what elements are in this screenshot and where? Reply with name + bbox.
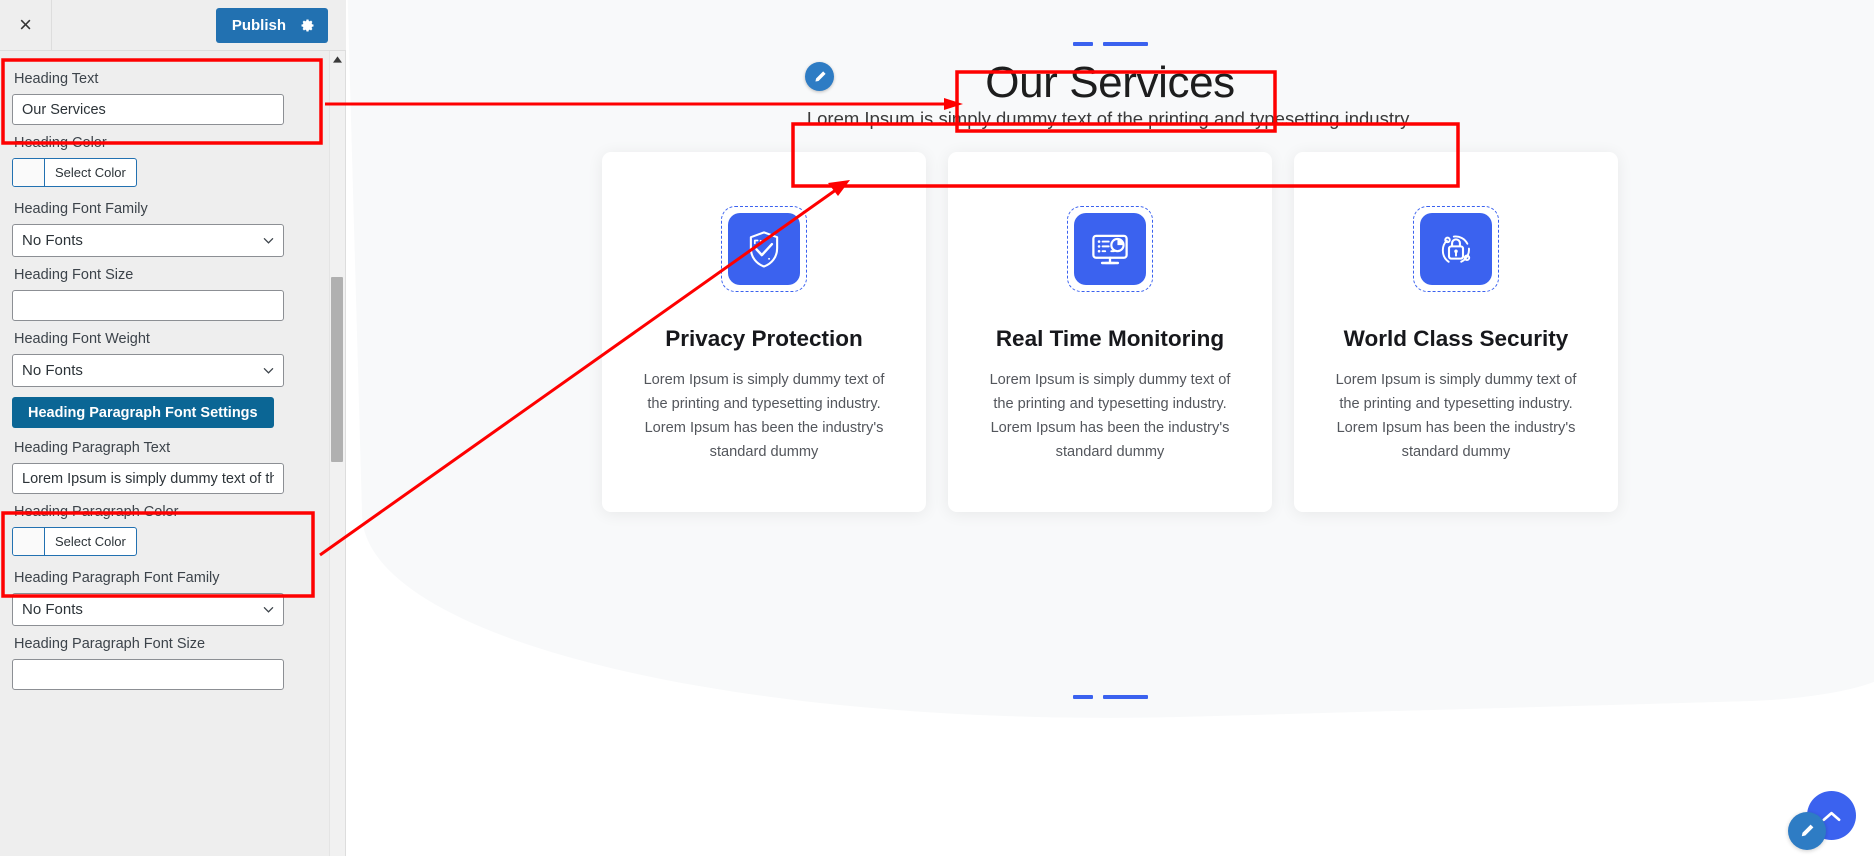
- heading-font-family-value[interactable]: No Fonts: [12, 224, 284, 257]
- card-text[interactable]: Lorem Ipsum is simply dummy text of the …: [632, 368, 896, 464]
- publish-button-label: Publish: [231, 17, 286, 34]
- customizer-sidebar: × Publish Heading Text Heading Color: [0, 0, 346, 856]
- floating-edit-button[interactable]: [1788, 812, 1826, 850]
- heading-color-picker[interactable]: Select Color: [12, 158, 137, 187]
- shield-check-icon[interactable]: [728, 213, 800, 285]
- card[interactable]: Real Time Monitoring Lorem Ipsum is simp…: [948, 152, 1272, 512]
- card-title[interactable]: Privacy Protection: [665, 326, 863, 352]
- heading-font-size-input[interactable]: [12, 290, 284, 321]
- field-heading-color: Heading Color Select Color: [12, 135, 322, 191]
- field-heading-paragraph-font-family: Heading Paragraph Font Family No Fonts: [12, 570, 322, 626]
- icon-placeholder-outline[interactable]: [721, 206, 807, 292]
- settings-panel: Heading Text Heading Color Select Color …: [0, 51, 346, 690]
- heading-paragraph-font-settings-button[interactable]: Heading Paragraph Font Settings: [12, 397, 274, 428]
- label-heading-font-family: Heading Font Family: [14, 201, 148, 217]
- service-cards: Privacy Protection Lorem Ipsum is simply…: [346, 152, 1874, 512]
- gear-icon: [301, 19, 314, 32]
- chevron-up-icon: [1822, 811, 1841, 821]
- field-heading-paragraph-color: Heading Paragraph Color Select Color: [12, 504, 322, 560]
- label-heading-font-weight: Heading Font Weight: [14, 331, 150, 347]
- heading-paragraph-text-input[interactable]: [12, 463, 284, 494]
- sidebar-scroll-area[interactable]: Heading Text Heading Color Select Color …: [0, 51, 346, 856]
- monitor-chart-glyph: [1092, 234, 1128, 265]
- scroll-up-arrow-icon[interactable]: [329, 51, 345, 68]
- heading-paragraph-color-select-label: Select Color: [55, 534, 126, 549]
- heading-font-family-select[interactable]: No Fonts: [12, 224, 284, 257]
- field-heading-text: Heading Text: [12, 71, 322, 125]
- section-paragraph[interactable]: Lorem Ipsum is simply dummy text of the …: [346, 108, 1874, 130]
- card-text[interactable]: Lorem Ipsum is simply dummy text of the …: [1324, 368, 1588, 464]
- heading-color-swatch[interactable]: [13, 159, 45, 186]
- card-text[interactable]: Lorem Ipsum is simply dummy text of the …: [978, 368, 1242, 464]
- heading-paragraph-font-family-select[interactable]: No Fonts: [12, 593, 284, 626]
- site-preview: Our Services Lorem Ipsum is simply dummy…: [346, 0, 1874, 856]
- card[interactable]: Privacy Protection Lorem Ipsum is simply…: [602, 152, 926, 512]
- label-heading-color: Heading Color: [14, 135, 107, 151]
- pencil-edit-icon: [1801, 824, 1814, 837]
- dash-long: [1102, 695, 1148, 699]
- field-heading-font-family: Heading Font Family No Fonts: [12, 201, 322, 257]
- dash-short: [1072, 695, 1093, 699]
- lock-orbit-glyph: [1441, 235, 1471, 263]
- lock-orbit-icon[interactable]: [1420, 213, 1492, 285]
- shield-check-glyph: [749, 231, 779, 268]
- pencil-edit-icon[interactable]: [805, 62, 834, 91]
- heading-paragraph-color-picker[interactable]: Select Color: [12, 527, 137, 556]
- label-heading-paragraph-text: Heading Paragraph Text: [14, 440, 171, 456]
- decorative-dashes-top: [346, 42, 1874, 46]
- label-heading-paragraph-font-family: Heading Paragraph Font Family: [14, 570, 220, 586]
- publish-button[interactable]: Publish: [215, 8, 328, 43]
- field-heading-font-size: Heading Font Size: [12, 267, 322, 321]
- heading-text-input[interactable]: [12, 94, 284, 125]
- heading-font-weight-value[interactable]: No Fonts: [12, 354, 284, 387]
- field-heading-paragraph-text: Heading Paragraph Text: [12, 440, 322, 494]
- dash-short: [1072, 42, 1093, 46]
- sidebar-header: × Publish: [0, 0, 346, 51]
- icon-placeholder-outline[interactable]: [1067, 206, 1153, 292]
- label-heading-paragraph-font-size: Heading Paragraph Font Size: [14, 636, 206, 652]
- label-heading-text: Heading Text: [14, 71, 99, 87]
- heading-paragraph-font-family-value[interactable]: No Fonts: [12, 593, 284, 626]
- monitor-chart-icon[interactable]: [1074, 213, 1146, 285]
- card-title[interactable]: Real Time Monitoring: [996, 326, 1224, 352]
- field-heading-paragraph-font-size: Heading Paragraph Font Size: [12, 636, 322, 690]
- heading-font-weight-select[interactable]: No Fonts: [12, 354, 284, 387]
- dash-long: [1102, 42, 1148, 46]
- card[interactable]: World Class Security Lorem Ipsum is simp…: [1294, 152, 1618, 512]
- card-title[interactable]: World Class Security: [1344, 326, 1569, 352]
- app-root: × Publish Heading Text Heading Color: [0, 0, 1874, 856]
- close-icon[interactable]: ×: [0, 0, 52, 51]
- section-heading-row: Our Services: [346, 58, 1874, 108]
- heading-paragraph-color-swatch[interactable]: [13, 528, 45, 555]
- decorative-dashes-bottom: [346, 695, 1874, 699]
- sidebar-scrollbar-thumb[interactable]: [331, 277, 343, 462]
- label-heading-paragraph-color: Heading Paragraph Color: [14, 504, 179, 520]
- pencil-glyph: [814, 70, 826, 82]
- label-heading-font-size: Heading Font Size: [14, 267, 134, 283]
- field-heading-font-weight: Heading Font Weight No Fonts: [12, 331, 322, 387]
- page-title[interactable]: Our Services: [985, 58, 1235, 108]
- heading-color-select-label: Select Color: [55, 165, 126, 180]
- icon-placeholder-outline[interactable]: [1413, 206, 1499, 292]
- heading-paragraph-font-size-input[interactable]: [12, 659, 284, 690]
